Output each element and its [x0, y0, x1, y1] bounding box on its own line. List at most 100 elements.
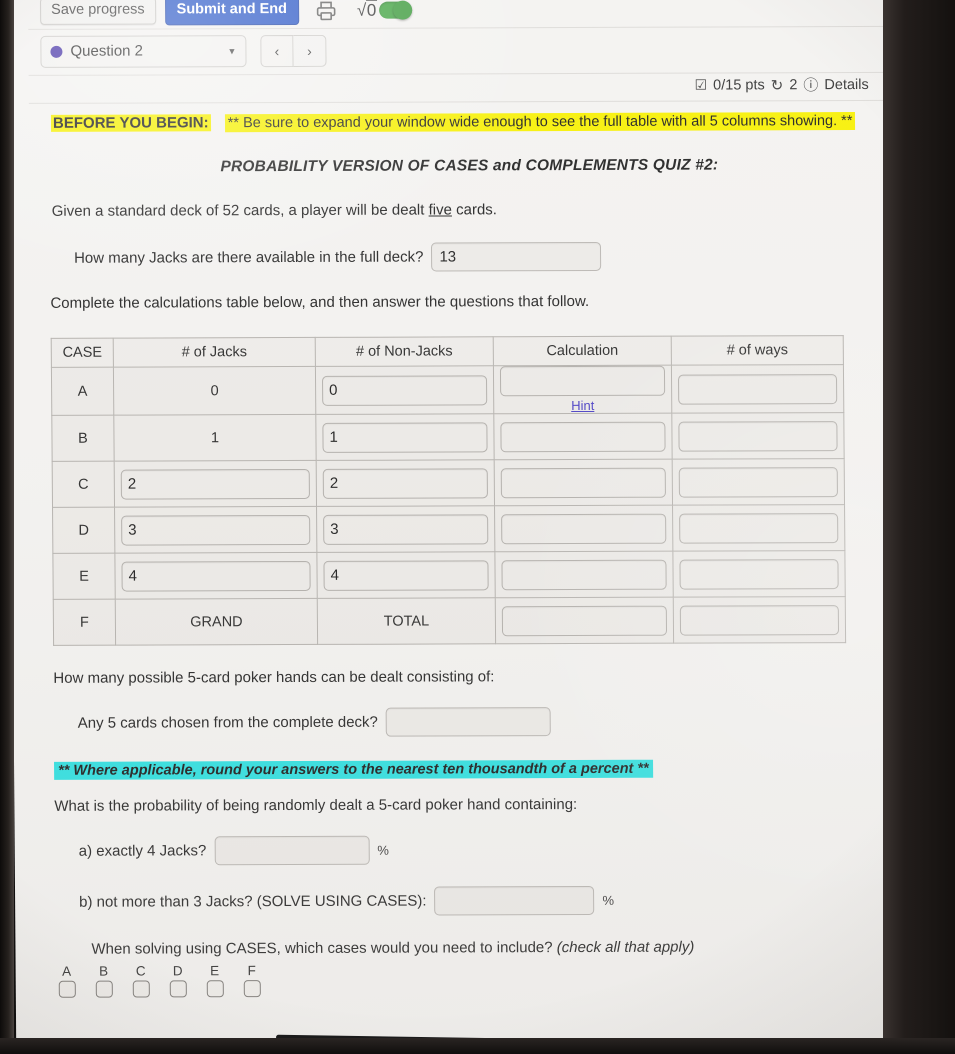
info-circle-icon[interactable]: ⓘ	[803, 74, 818, 95]
jacks-count-input[interactable]: 13	[431, 241, 602, 272]
calculation-e-input[interactable]	[501, 559, 667, 590]
check-all-that-apply-text: (check all that apply)	[556, 938, 695, 957]
checkbox-box[interactable]	[58, 980, 76, 998]
jacks-d-input[interactable]: 3	[121, 514, 311, 546]
case-checkbox-label: A	[62, 963, 72, 979]
poker-hands-question: How many possible 5-card poker hands can…	[53, 668, 495, 687]
calculations-table: CASE # of Jacks # of Non-Jacks Calculati…	[50, 335, 847, 646]
case-checkbox-label: B	[99, 963, 109, 979]
case-checkbox-c[interactable]: C	[130, 963, 152, 998]
case-checkbox-label: C	[135, 963, 146, 979]
nonjacks-e-input[interactable]: 4	[323, 559, 489, 591]
case-checkbox-label: F	[247, 963, 256, 979]
jacks-c-input[interactable]: 2	[120, 468, 310, 500]
previous-question-button[interactable]: ‹	[260, 34, 294, 67]
screen-surface: Save progress Submit and End √0 Question…	[8, 0, 915, 1042]
any-five-cards-input[interactable]	[385, 707, 551, 737]
ways-a-cell	[671, 364, 844, 414]
case-label-a: A	[51, 367, 114, 416]
calculation-c-cell	[494, 459, 673, 506]
ways-b-input[interactable]	[678, 420, 838, 452]
hint-link[interactable]: Hint	[571, 398, 594, 413]
calculation-f-input[interactable]	[501, 605, 668, 636]
question-content: BEFORE YOU BEGIN: ** Be sure to expand y…	[29, 101, 898, 998]
jacks-e-input[interactable]: 4	[121, 560, 311, 592]
printer-icon[interactable]	[314, 0, 338, 22]
ways-d-cell	[672, 504, 845, 552]
ways-f-input[interactable]	[679, 604, 840, 636]
jacks-e-cell: 4	[114, 552, 318, 600]
save-progress-button[interactable]: Save progress	[40, 0, 156, 25]
ways-e-input[interactable]	[679, 558, 839, 590]
retry-count: 2	[789, 76, 798, 93]
case-checkbox-a[interactable]: A	[56, 964, 78, 998]
quiz-title: PROBABILITY VERSION OF CASES and COMPLEM…	[220, 156, 719, 176]
case-checkbox-label: E	[210, 963, 220, 979]
checkbox-box[interactable]	[95, 980, 113, 998]
ways-f-cell	[673, 596, 846, 644]
checkbox-box[interactable]	[243, 980, 261, 998]
checkbox-box[interactable]	[206, 980, 224, 998]
nonjacks-b-input[interactable]: 1	[322, 421, 488, 453]
jacks-a-static: 0	[113, 366, 316, 416]
ways-c-cell	[672, 458, 845, 506]
case-checkbox-label: D	[172, 963, 183, 979]
quiz-page: Save progress Submit and End √0 Question…	[8, 0, 914, 998]
checkbox-box[interactable]	[132, 980, 150, 998]
nonjacks-c-input[interactable]: 2	[322, 467, 488, 499]
points-status-row: ☑ 0/15 pts ↻ 2 ⓘ Details	[29, 73, 891, 102]
question-dropdown[interactable]: Question 2 ▼	[40, 34, 247, 68]
given-statement: Given a standard deck of 52 cards, a pla…	[52, 200, 882, 220]
given-text-pre: Given a standard deck of 52 cards, a pla…	[51, 201, 429, 220]
which-cases-text: When solving using CASES, which cases wo…	[91, 939, 557, 958]
case-checkbox-f[interactable]: F	[241, 963, 263, 998]
details-link[interactable]: Details	[824, 76, 868, 92]
jacks-c-cell: 2	[114, 460, 317, 508]
nonjacks-f-static: TOTAL	[317, 597, 496, 645]
calculation-b-cell	[493, 413, 673, 460]
probability-question: What is the probability of being randoml…	[54, 796, 578, 815]
ways-b-cell	[671, 412, 845, 460]
which-cases-prompt: When solving using CASES, which cases wo…	[91, 938, 887, 958]
toggle-switch[interactable]	[378, 0, 412, 20]
nonjacks-a-cell: 0	[315, 365, 494, 415]
given-text-underlined: five	[428, 201, 452, 219]
question-label: Question 2	[70, 42, 144, 60]
question-nav-group: ‹ ›	[260, 34, 327, 67]
photographed-screen: Save progress Submit and End √0 Question…	[0, 0, 955, 1054]
rounding-note: ** Where applicable, round your answers …	[54, 759, 653, 780]
percent-sign-a: %	[377, 842, 389, 858]
answer-b-input[interactable]	[434, 885, 595, 916]
any-five-cards-label: Any 5 cards chosen from the complete dec…	[77, 713, 378, 732]
case-label-c: C	[52, 461, 115, 508]
calculation-d-input[interactable]	[501, 513, 667, 544]
question-status-dot	[50, 45, 63, 58]
submit-and-end-button[interactable]: Submit and End	[164, 0, 300, 26]
calculation-d-cell	[494, 505, 673, 552]
ways-c-input[interactable]	[678, 466, 838, 498]
retry-icon: ↻	[770, 76, 784, 94]
calculation-c-input[interactable]	[500, 467, 666, 498]
nonjacks-a-input[interactable]: 0	[321, 374, 488, 406]
checkbox-box[interactable]	[169, 980, 187, 998]
case-checkbox-b[interactable]: B	[93, 964, 115, 998]
case-checkbox-e[interactable]: E	[204, 963, 226, 998]
ways-a-input[interactable]	[677, 373, 838, 405]
calculation-b-input[interactable]	[500, 421, 666, 452]
case-checkbox-d[interactable]: D	[167, 963, 189, 998]
answer-a-input[interactable]	[214, 835, 370, 866]
calculation-a-input[interactable]	[499, 365, 666, 397]
before-you-begin-title: BEFORE YOU BEGIN:	[50, 114, 211, 132]
next-question-button[interactable]: ›	[293, 34, 327, 67]
case-label-e: E	[52, 553, 116, 600]
square-root-icon: √0	[356, 0, 377, 20]
nonjacks-c-cell: 2	[316, 459, 495, 507]
before-you-begin-block: BEFORE YOU BEGIN: ** Be sure to expand y…	[39, 109, 881, 133]
ways-e-cell	[672, 550, 846, 598]
nonjacks-d-input[interactable]: 3	[323, 513, 489, 545]
nonjacks-e-cell: 4	[316, 551, 496, 599]
answer-a-label: a) exactly 4 Jacks?	[78, 842, 207, 860]
case-label-b: B	[51, 415, 115, 462]
math-input-toggle[interactable]: √0	[357, 0, 412, 20]
ways-d-input[interactable]	[679, 512, 839, 544]
